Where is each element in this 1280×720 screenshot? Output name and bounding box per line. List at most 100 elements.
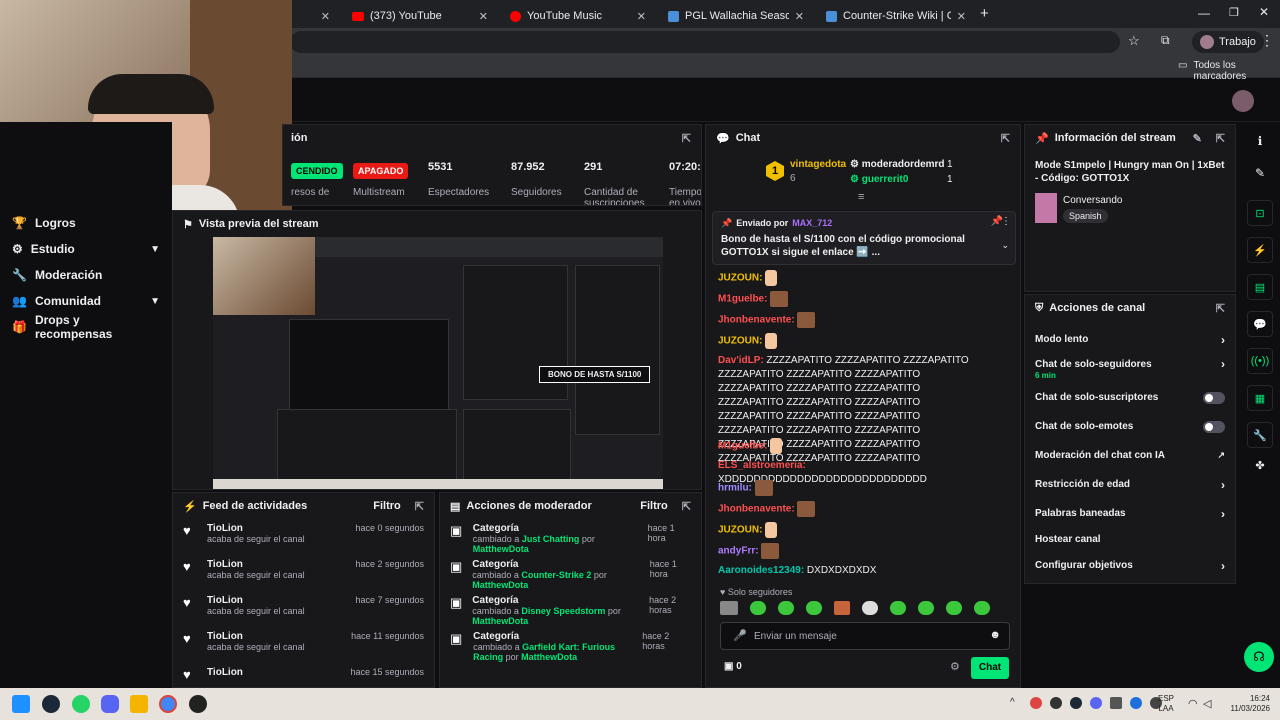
chat-message[interactable]: JUZOUN: xyxy=(706,519,1020,540)
emoji-icon[interactable]: ☻ xyxy=(989,629,1001,641)
tray-icon[interactable] xyxy=(1090,697,1102,709)
close-icon[interactable]: ✕ xyxy=(957,10,966,23)
volume-icon[interactable]: ◁ xyxy=(1203,697,1211,710)
chevron-down-icon[interactable]: ⌄ xyxy=(1001,240,1009,251)
edit-icon[interactable]: ✎ xyxy=(1193,132,1202,145)
chat-message[interactable]: JUZOUN: xyxy=(706,330,1020,351)
pinned-message[interactable]: 📌 Enviado por MAX_712 Bono de hasta el S… xyxy=(712,211,1016,265)
leaderboard-user[interactable]: vintagedota xyxy=(790,159,846,170)
toggle-switch[interactable] xyxy=(1203,420,1225,433)
list-item[interactable]: ♥ TioLion acaba de seguir el canal hace 2 s… xyxy=(173,555,434,591)
url-field[interactable] xyxy=(290,31,1120,53)
action-age-restriction[interactable]: Restricción de edad › xyxy=(1025,470,1235,499)
popout-icon[interactable]: ⇱ xyxy=(682,132,691,145)
browser-tab-cs-wiki[interactable]: Counter-Strike Wiki | CS2 | Liqu ✕ xyxy=(816,4,976,28)
chat-input[interactable]: 🎤 Enviar un mensaje ☻ xyxy=(720,622,1010,650)
list-item[interactable]: ▣ Categoría cambiado a Disney Speedstorm p… xyxy=(440,591,701,627)
chat-message[interactable]: andyFrr: xyxy=(706,540,1020,561)
close-icon[interactable]: ✕ xyxy=(479,10,488,23)
tray-icon[interactable] xyxy=(1110,697,1122,709)
action-goals[interactable]: Configurar objetivos › xyxy=(1025,551,1235,580)
action-emotes-only[interactable]: Chat de solo-emotes xyxy=(1025,412,1235,441)
more-icon[interactable]: ⋮ xyxy=(1001,216,1011,227)
chat-message[interactable]: Dav'idLP: ZZZZAPATITO ZZZZAPATITO ZZZZAP… xyxy=(706,351,1020,464)
stream-preview-video[interactable]: BONO DE HASTA S/1100 xyxy=(213,237,663,489)
list-item[interactable]: ▣ Categoría cambiado a Garfield Kart: Furi… xyxy=(440,627,701,671)
new-tab-button[interactable]: + xyxy=(980,5,989,22)
browser-tab-youtube-music[interactable]: YouTube Music ✕ xyxy=(500,4,656,28)
browser-tab-pgl[interactable]: PGL Wallachia Season 7 - Liquip ✕ xyxy=(658,4,814,28)
help-button[interactable]: ☊ xyxy=(1244,642,1274,672)
discord-icon[interactable] xyxy=(101,695,119,713)
close-icon[interactable]: ✕ xyxy=(795,10,804,23)
chat-message[interactable]: Aaronoides12349: DXDXDXDXDX xyxy=(706,561,1020,582)
emote-button[interactable] xyxy=(862,601,878,615)
popout-icon[interactable]: ⇱ xyxy=(1216,302,1225,315)
emote-button[interactable] xyxy=(918,601,934,615)
tray-icon[interactable] xyxy=(1050,697,1062,709)
leaderboard-user[interactable]: ⚙ guerrerit0 xyxy=(850,174,908,185)
emote-button[interactable] xyxy=(778,601,794,615)
tray-chevron-icon[interactable]: ^ xyxy=(1010,697,1015,708)
star-icon[interactable]: ☆ xyxy=(1128,33,1140,49)
settings-icon[interactable]: ⚙ xyxy=(950,660,960,673)
action-banned-words[interactable]: Palabras baneadas › xyxy=(1025,499,1235,528)
broadcast-icon[interactable]: ((•)) xyxy=(1247,348,1273,374)
list-item[interactable]: ♥ TioLion hace 15 segundos xyxy=(173,663,434,687)
filter-button[interactable]: Filtro xyxy=(640,500,668,512)
action-followers-only[interactable]: Chat de solo-seguidores › 6 min xyxy=(1025,354,1235,383)
minimize-button[interactable]: — xyxy=(1198,6,1210,20)
filter-button[interactable]: Filtro xyxy=(373,500,401,512)
chrome-icon[interactable] xyxy=(159,695,177,713)
popout-icon[interactable]: ⇱ xyxy=(682,500,691,513)
leaderboard-user[interactable]: ⚙ moderadordemrd xyxy=(850,159,945,170)
wrench-icon[interactable]: 🔧 xyxy=(1247,422,1273,448)
profile-button[interactable]: Trabajo xyxy=(1192,31,1264,53)
chat-message[interactable]: JUZOUN: xyxy=(706,267,1020,288)
edit-icon[interactable]: ✎ xyxy=(1240,166,1280,200)
notes-icon[interactable]: ▤ xyxy=(1247,274,1273,300)
wifi-icon[interactable]: ◠ xyxy=(1188,697,1198,710)
list-item[interactable]: ♥ TioLion acaba de seguir el canal hace 0 s… xyxy=(173,519,434,555)
send-chat-button[interactable]: Chat xyxy=(971,657,1009,679)
chat-message[interactable]: Jhonbenavente: xyxy=(706,498,1020,519)
browser-tab-youtube[interactable]: (373) YouTube ✕ xyxy=(342,4,498,28)
clock[interactable]: 16:24 11/03/2026 xyxy=(1224,694,1270,714)
windows-start-icon[interactable] xyxy=(12,695,30,713)
toggle-switch[interactable] xyxy=(1203,391,1225,404)
emote-button[interactable] xyxy=(946,601,962,615)
input-language[interactable]: ESP LAA xyxy=(1158,694,1174,714)
list-item[interactable]: ♥ TioLion acaba de seguir el canal hace 7 s… xyxy=(173,591,434,627)
chat-message[interactable]: Jhonbenavente: xyxy=(706,309,1020,330)
file-explorer-icon[interactable] xyxy=(130,695,148,713)
tray-icon[interactable] xyxy=(1030,697,1042,709)
emote-button[interactable] xyxy=(834,601,850,615)
emote-button[interactable] xyxy=(890,601,906,615)
clip-icon[interactable]: ⊡ xyxy=(1247,200,1273,226)
language-tag[interactable]: Spanish xyxy=(1063,209,1108,223)
sidebar-item-drops[interactable]: 🎁 Drops y recompensas xyxy=(0,313,172,341)
sidebar-item-comunidad[interactable]: 👥 Comunidad ▼ xyxy=(0,288,172,314)
popout-icon[interactable]: ⇱ xyxy=(415,500,424,513)
action-host-channel[interactable]: Hostear canal xyxy=(1025,528,1235,551)
info-icon[interactable]: ℹ xyxy=(1240,124,1280,166)
chat-icon[interactable]: 💬 xyxy=(1247,311,1273,337)
sidebar-item-moderacion[interactable]: 🔧 Moderación xyxy=(0,262,172,288)
channel-points[interactable]: ▣ 0 xyxy=(724,661,742,672)
category-name[interactable]: Conversando xyxy=(1063,195,1122,206)
emote-button[interactable] xyxy=(750,601,766,615)
list-item[interactable]: ▣ Categoría cambiado a Just Chatting por M… xyxy=(440,519,701,555)
filter-icon[interactable]: ≡ xyxy=(858,191,864,203)
microphone-icon[interactable]: 🎤 xyxy=(733,629,747,642)
all-bookmarks-button[interactable]: ▭ Todos los marcadores xyxy=(1178,60,1280,82)
emote-button[interactable] xyxy=(720,601,738,615)
action-slow-mode[interactable]: Modo lento › xyxy=(1025,325,1235,354)
lightning-icon[interactable]: ⚡ xyxy=(1247,237,1273,263)
close-window-button[interactable]: ✕ xyxy=(1259,5,1269,19)
extensions-icon[interactable]: ⧉ xyxy=(1161,33,1170,48)
maximize-button[interactable]: ❐ xyxy=(1229,6,1239,19)
close-icon[interactable]: ✕ xyxy=(321,10,330,23)
whatsapp-icon[interactable] xyxy=(72,695,90,713)
tray-icon[interactable] xyxy=(1070,697,1082,709)
action-ai-moderation[interactable]: Moderación del chat con IA ↗ xyxy=(1025,441,1235,470)
